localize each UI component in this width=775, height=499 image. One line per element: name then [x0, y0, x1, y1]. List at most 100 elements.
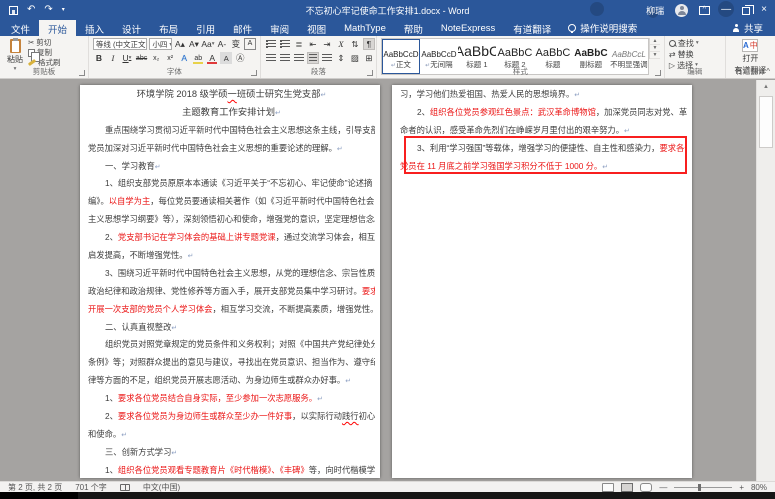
doc-line[interactable]: 主义思想学习纲要》等），深刻领悟初心和使命，增强党的意识，坚定理想信念。↵ — [88, 211, 375, 229]
save-icon[interactable] — [9, 6, 18, 15]
numbering-button[interactable] — [279, 38, 291, 50]
doc-line[interactable]: 环境学院 2018 级学硕一班硕士研究生党支部↵ — [88, 86, 375, 104]
doc-line[interactable]: 1、组织支部党员原原本本通读《习近平关于“不忘初心、牢记使命”论述摘 — [88, 175, 375, 193]
vertical-scrollbar[interactable]: ▲ — [756, 80, 775, 481]
tab-有道翻译[interactable]: 有道翻译 — [504, 20, 560, 36]
borders-button[interactable]: ⊞ — [363, 52, 375, 64]
style-scroll-down-button[interactable]: ▼ — [650, 45, 660, 52]
doc-line[interactable]: 1、组织各位党员观看专题教育片《时代楷模》、《丰碑》等，向时代楷模学 — [88, 462, 375, 480]
proofing-status-icon[interactable] — [120, 484, 130, 491]
enclose-characters-button[interactable]: Ⓐ — [234, 52, 246, 64]
tab-MathType[interactable]: MathType — [335, 20, 395, 36]
undo-button[interactable]: ↶ — [27, 5, 35, 15]
font-color-button[interactable]: A — [206, 52, 218, 64]
decrease-indent-button[interactable]: ⇤ — [307, 38, 319, 50]
print-layout-button[interactable] — [621, 483, 633, 492]
share-button[interactable]: 共享 — [733, 20, 775, 36]
read-mode-button[interactable] — [602, 483, 614, 492]
tab-插入[interactable]: 插入 — [76, 20, 113, 36]
zoom-slider[interactable] — [674, 487, 732, 488]
page-indicator[interactable]: 第 2 页, 共 2 页 — [8, 482, 62, 493]
font-size-combo[interactable]: 小四▾ — [149, 38, 172, 50]
zoom-out-button[interactable]: — — [659, 483, 667, 492]
font-name-combo[interactable]: 等线 (中文正文▾ — [93, 38, 147, 50]
word-count[interactable]: 701 个字 — [75, 482, 107, 493]
shading-button[interactable]: ▨ — [349, 52, 361, 64]
doc-line[interactable]: 和使命。↵ — [88, 426, 375, 444]
redo-button[interactable]: ↷ — [44, 5, 52, 15]
minimize-button[interactable]: — — [721, 5, 731, 15]
superscript-button[interactable]: x² — [164, 52, 176, 64]
bullets-button[interactable] — [265, 38, 277, 50]
distribute-button[interactable] — [321, 52, 333, 64]
tab-NoteExpress[interactable]: NoteExpress — [432, 20, 504, 36]
clipboard-dialog-launcher[interactable] — [79, 70, 85, 76]
shrink-font-button[interactable]: A▾ — [188, 38, 200, 50]
zoom-in-button[interactable]: + — [739, 483, 744, 492]
style-gallery-more-button[interactable]: ▼ — [650, 52, 660, 59]
doc-line[interactable]: 二、认真直视整改↵ — [88, 319, 375, 337]
tab-引用[interactable]: 引用 — [187, 20, 224, 36]
doc-line[interactable]: 组织党员对照党章规定的党员条件和义务权利；对照《中国共产党纪律处分 — [88, 336, 375, 354]
zoom-slider-thumb[interactable] — [698, 484, 701, 491]
grow-font-button[interactable]: A▴ — [174, 38, 186, 50]
line-spacing-button[interactable]: ⇕ — [335, 52, 347, 64]
character-shading-button[interactable]: A — [220, 52, 232, 64]
clear-formatting-button[interactable]: A- — [216, 38, 228, 50]
collapse-ribbon-button[interactable]: ^ — [766, 67, 770, 76]
tab-布局[interactable]: 布局 — [150, 20, 187, 36]
highlight-color-button[interactable]: ab — [192, 52, 204, 64]
bold-button[interactable]: B — [93, 52, 105, 64]
tab-视图[interactable]: 视图 — [298, 20, 335, 36]
cut-button[interactable]: ✂剪切 — [28, 38, 61, 47]
underline-button[interactable]: U▾ — [121, 52, 133, 64]
doc-line[interactable]: 政治纪律和政治规律、党性修养等方面入手，展开支部党员集中学习研讨。要求 — [88, 283, 375, 301]
doc-line[interactable]: 条例》等；对照群众提出的意见与建议，寻找出在党员意识、担当作为、遵守纪 — [88, 354, 375, 372]
doc-line[interactable]: 习，学习他们热爱祖国、热爱人民的思想境界。↵ — [400, 86, 687, 104]
doc-line[interactable]: 2、组织各位党员参观红色景点：武汉革命博物馆，加深党员同志对党、革 — [400, 104, 687, 122]
doc-line[interactable]: 党员加深对习近平新时代中国特色社会主义思想的重要论述的理解。↵ — [88, 140, 375, 158]
font-dialog-launcher[interactable] — [251, 70, 257, 76]
align-right-button[interactable] — [293, 52, 305, 64]
doc-line[interactable]: 1、要求各位党员结合自身实际，至少参加一次志愿服务。↵ — [88, 390, 375, 408]
character-border-button[interactable]: A — [244, 38, 256, 50]
tab-设计[interactable]: 设计 — [113, 20, 150, 36]
replace-button[interactable]: ⇄替换 — [669, 49, 699, 59]
subscript-button[interactable]: x₂ — [150, 52, 162, 64]
doc-line[interactable]: 3、围绕习近平新时代中国特色社会主义思想，从党的理想信念、宗旨性质、 — [88, 265, 375, 283]
doc-line[interactable]: 2、党支部书记在学习体会的基础上讲专题党课，通过交流学习体会，相互 — [88, 229, 375, 247]
document-canvas[interactable]: 环境学院 2018 级学硕一班硕士研究生党支部↵主题教育工作安排计划↵重点围绕学… — [0, 80, 775, 481]
doc-line[interactable]: 开展一次支部的党员个人学习体会，相互学习交流，不断提高素质，增强党性。↵ — [88, 301, 375, 319]
show-marks-button[interactable]: ¶ — [363, 38, 375, 50]
tell-me-search[interactable]: 操作说明搜索 — [560, 20, 645, 36]
phonetic-guide-button[interactable]: 变 — [230, 38, 242, 50]
restore-button[interactable] — [742, 7, 750, 15]
change-case-button[interactable]: Aa▾ — [202, 38, 214, 50]
customize-quick-access-button[interactable]: ▾ — [62, 5, 65, 15]
copy-button[interactable]: 复制 — [28, 48, 61, 57]
style-scroll-up-button[interactable]: ▲ — [650, 38, 660, 45]
tab-审阅[interactable]: 审阅 — [261, 20, 298, 36]
paragraph-dialog-launcher[interactable] — [367, 70, 373, 76]
doc-line[interactable]: 启发提高，不断增强党性。↵ — [88, 247, 375, 265]
multilevel-list-button[interactable]: ≣ — [293, 38, 305, 50]
scrollbar-thumb[interactable] — [759, 96, 773, 148]
user-name[interactable]: 柳瑞 — [646, 4, 664, 17]
justify-button[interactable] — [307, 52, 319, 64]
doc-line[interactable]: 重点围绕学习贯彻习近平新时代中国特色社会主义思想这条主线，引导支部 — [88, 122, 375, 140]
sort-button[interactable]: ⇅ — [349, 38, 361, 50]
doc-line[interactable]: 编》。以自学为主，每位党员要通读相关著作（如《习近平新时代中国特色社会 — [88, 193, 375, 211]
doc-line[interactable]: 律等方面的不足，组织党员开展志愿活动、为身边师生或群众办好事。↵ — [88, 372, 375, 390]
zoom-level[interactable]: 80% — [751, 483, 767, 492]
scroll-up-arrow[interactable]: ▲ — [757, 80, 775, 94]
doc-line[interactable]: 一、学习教育↵ — [88, 158, 375, 176]
web-layout-button[interactable] — [640, 483, 652, 492]
align-center-button[interactable] — [279, 52, 291, 64]
doc-line[interactable]: 主题教育工作安排计划↵ — [88, 104, 375, 122]
text-effects-button[interactable]: A — [178, 52, 190, 64]
find-button[interactable]: 查找▾ — [669, 38, 699, 48]
strikethrough-button[interactable]: abc — [135, 52, 148, 64]
tab-文件[interactable]: 文件 — [2, 20, 39, 36]
tab-邮件[interactable]: 邮件 — [224, 20, 261, 36]
close-button[interactable]: × — [761, 5, 767, 15]
